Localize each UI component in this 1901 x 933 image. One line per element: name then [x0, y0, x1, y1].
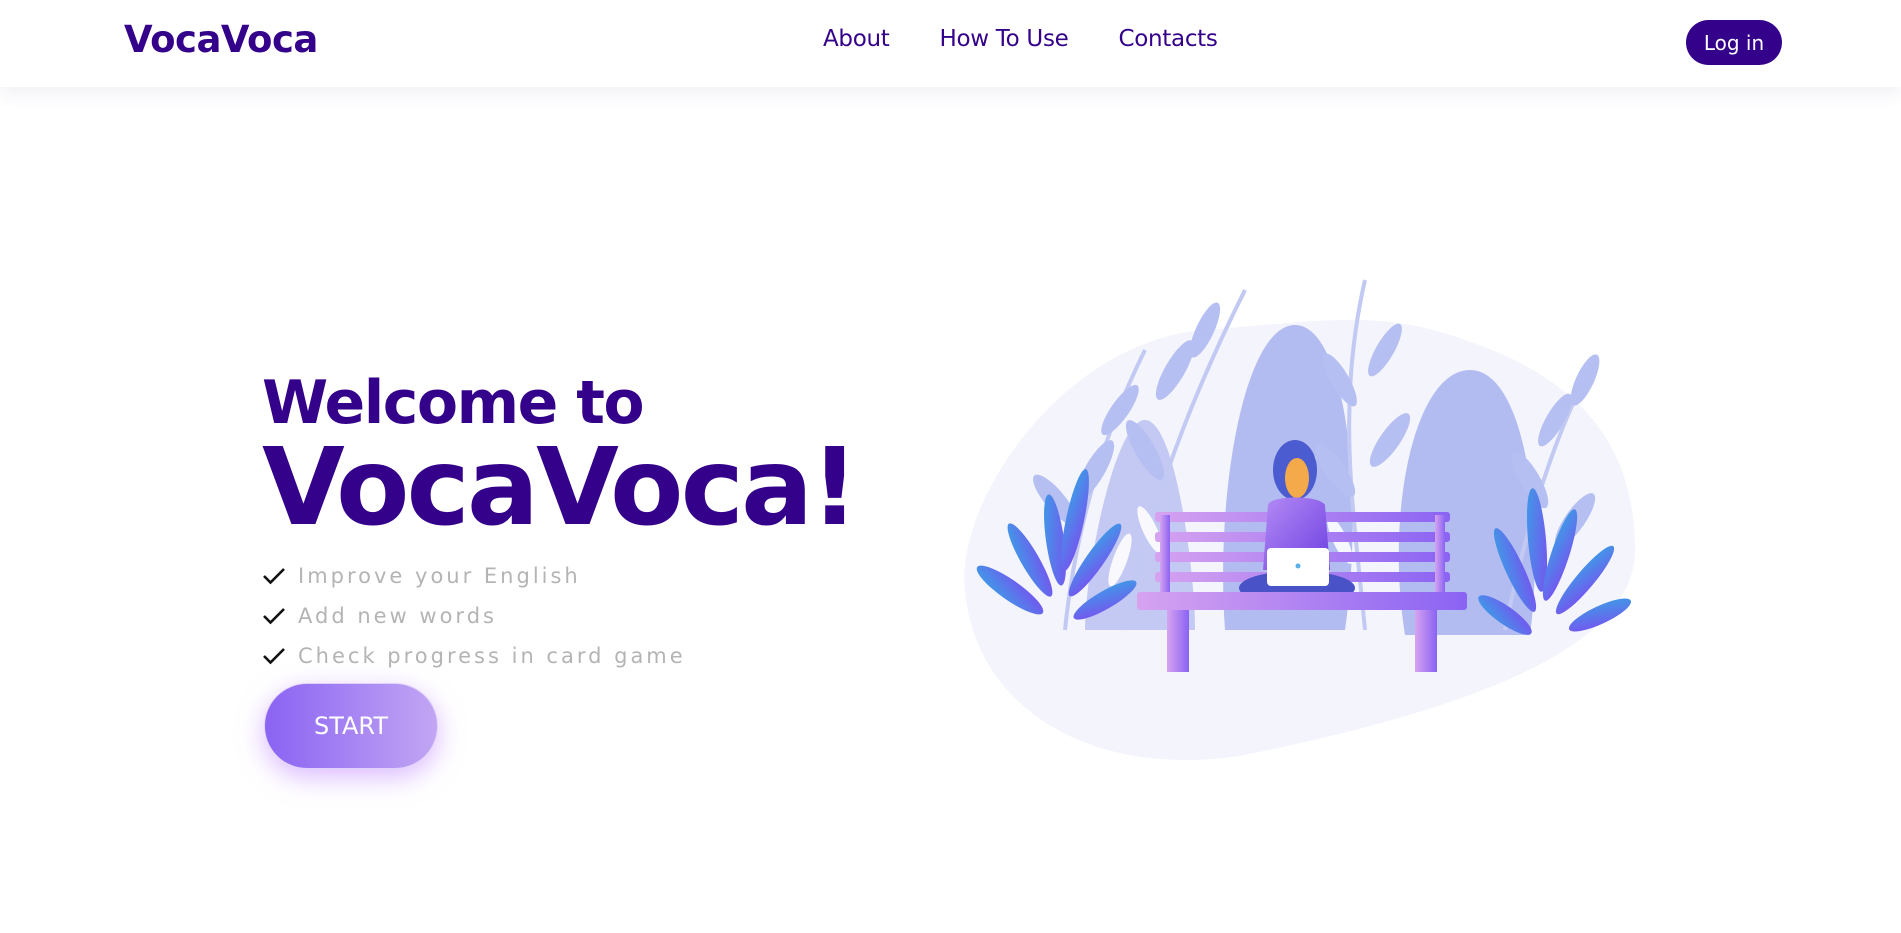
hero-illustration	[945, 270, 1645, 760]
start-button[interactable]: START	[264, 683, 438, 769]
hero-section: Welcome to VocaVoca! Improve your Englis…	[262, 370, 862, 676]
check-icon	[263, 568, 285, 585]
feature-text: Check progress in card game	[298, 644, 686, 668]
main-nav: About How To Use Contacts	[823, 26, 1218, 52]
nav-link-how-to-use[interactable]: How To Use	[940, 26, 1069, 52]
check-icon	[263, 608, 285, 625]
feature-item: Add new words	[262, 596, 862, 636]
logo[interactable]: VocaVoca	[124, 18, 318, 61]
feature-list: Improve your English Add new words Check…	[262, 556, 862, 676]
feature-item: Check progress in card game	[262, 636, 862, 676]
feature-item: Improve your English	[262, 556, 862, 596]
brand-heading: VocaVoca!	[262, 426, 859, 550]
check-icon	[263, 648, 285, 665]
nav-link-contacts[interactable]: Contacts	[1119, 26, 1218, 52]
nav-link-about[interactable]: About	[823, 26, 890, 52]
login-button[interactable]: Log in	[1686, 20, 1782, 65]
navbar: VocaVoca About How To Use Contacts Log i…	[0, 0, 1901, 87]
feature-text: Add new words	[298, 604, 497, 628]
woman-on-bench-illustration	[964, 279, 1635, 760]
feature-text: Improve your English	[298, 564, 581, 588]
